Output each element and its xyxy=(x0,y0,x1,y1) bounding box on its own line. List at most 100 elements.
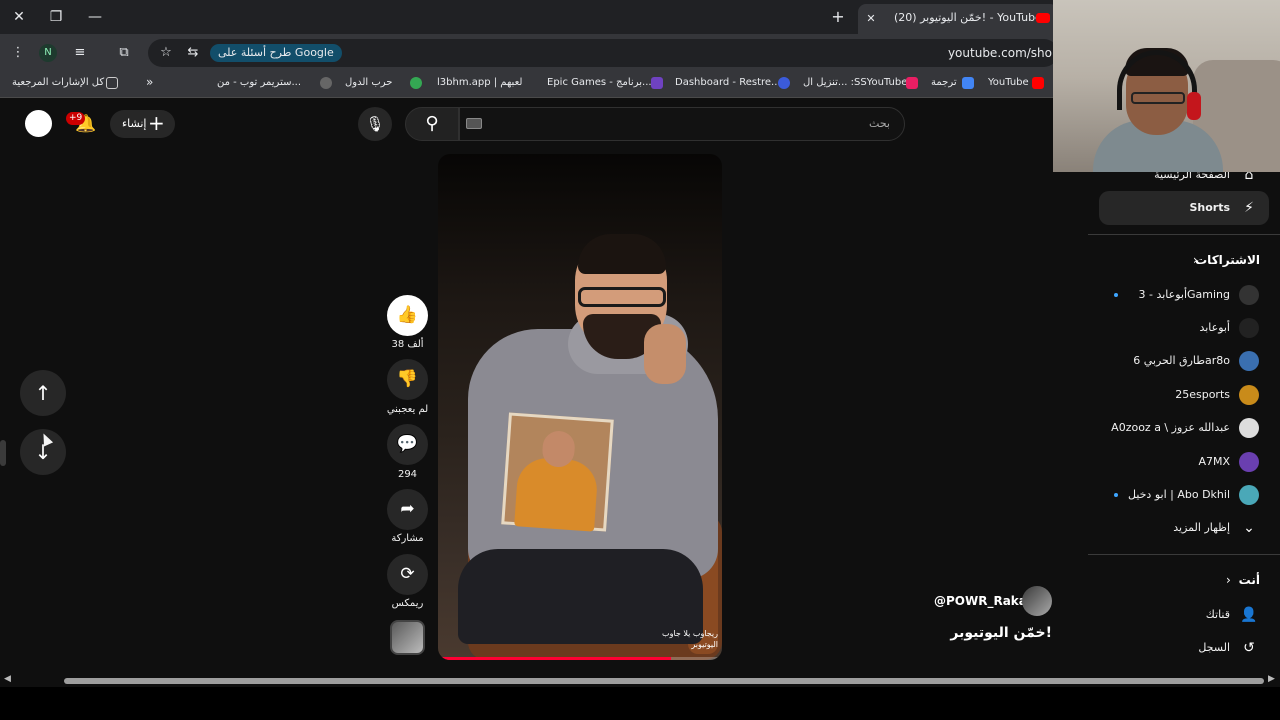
shorts-icon: ⚡ xyxy=(1244,200,1254,216)
globe-icon xyxy=(410,77,422,89)
chevron-down-icon: ⌄ xyxy=(1243,520,1255,536)
webcam-glasses xyxy=(1131,92,1185,104)
sidebar-item-your-channel[interactable]: قناتك xyxy=(1206,608,1230,621)
comments-count: 294 xyxy=(397,469,418,480)
channel-handle[interactable]: @POWR_Rakan xyxy=(934,594,1035,608)
folder-icon xyxy=(106,77,118,89)
video-progress-fill xyxy=(438,657,671,660)
screen: ✕ ❐ — + ✕ (20) خمّن اليوتيوبر! - YouTube… xyxy=(0,0,1280,720)
person-hair xyxy=(578,234,666,274)
channel-avatar xyxy=(1239,351,1259,371)
create-label: إنشاء xyxy=(122,117,147,130)
epic-games-icon xyxy=(651,77,663,89)
sound-thumbnail[interactable] xyxy=(390,620,425,655)
bookmark-item[interactable]: حرب الدول xyxy=(345,77,392,88)
channel-avatar xyxy=(1239,318,1259,338)
scroll-right-icon[interactable]: ▶ xyxy=(1268,674,1275,684)
new-content-dot xyxy=(1114,493,1118,497)
bookmarks-overflow-icon[interactable]: » xyxy=(146,75,153,89)
sidebar-item-subscription[interactable]: A7MX xyxy=(1198,455,1230,468)
video-caption-line1: ريجاوب يلا جاوب xyxy=(662,629,718,638)
bookmark-star-icon[interactable]: ☆ xyxy=(156,43,176,63)
webcam-overlay xyxy=(1053,0,1280,172)
media-queue-icon[interactable]: ≡ xyxy=(70,43,90,63)
previous-short-button[interactable]: ↑ xyxy=(20,370,66,416)
subscriptions-heading[interactable]: الاشتراكات xyxy=(1195,253,1260,267)
sidebar-divider xyxy=(1088,554,1280,555)
bookmark-item[interactable]: Epic Games - برنامج... xyxy=(547,77,652,88)
channel-avatar xyxy=(1239,285,1259,305)
show-more-button[interactable]: إظهار المزيد xyxy=(1173,521,1230,534)
you-heading[interactable]: أنت xyxy=(1239,573,1260,587)
held-photo xyxy=(501,412,614,532)
new-tab-button[interactable]: + xyxy=(828,7,848,27)
channel-avatar xyxy=(1239,485,1259,505)
url-text[interactable]: youtube.com/sho xyxy=(948,46,1052,60)
sidebar-item-subscription[interactable]: طارق الحربي 6ar8o xyxy=(1133,354,1230,367)
scroll-left-icon[interactable]: ◀ xyxy=(4,674,11,684)
sidebar-item-history[interactable]: السجل xyxy=(1198,641,1230,654)
dislike-button[interactable]: 👎 xyxy=(387,359,428,400)
sidebar-item-subscription[interactable]: أبوعابد xyxy=(1199,321,1230,334)
browser-menu-icon[interactable]: ⋮ xyxy=(8,43,28,63)
new-content-dot xyxy=(1114,293,1118,297)
keyboard-icon[interactable] xyxy=(466,118,482,129)
video-progress-bar[interactable] xyxy=(438,657,722,660)
scrollbar-thumb[interactable] xyxy=(64,678,1264,684)
video-caption-line2: اليوتيوبر xyxy=(691,640,718,649)
person-hand xyxy=(644,324,686,384)
short-title: خمّن اليوتيوبر! xyxy=(950,625,1052,641)
video-caption: ريجاوب يلا جاوب اليوتيوبر xyxy=(662,628,718,650)
person-glasses xyxy=(578,287,666,307)
google-ask-chip[interactable]: طرح أسئلة على Google xyxy=(210,44,342,62)
sidebar-item-subscription[interactable]: أبوعابد - 3Gaming xyxy=(1138,288,1230,301)
extensions-icon[interactable]: ⧉ xyxy=(114,43,134,63)
share-button[interactable]: ➦ xyxy=(387,489,428,530)
bookmark-item[interactable]: l3bhm.app | لعبهم xyxy=(437,77,522,88)
search-icon[interactable]: ⚲ xyxy=(405,107,459,141)
account-avatar[interactable] xyxy=(25,110,52,137)
all-bookmarks-link[interactable]: كل الإشارات المرجعية xyxy=(12,77,104,88)
close-window-icon[interactable]: ✕ xyxy=(8,6,30,28)
browser-tab-youtube[interactable]: ✕ (20) خمّن اليوتيوبر! - YouTube xyxy=(858,4,1058,34)
bookmark-item[interactable]: ستريمر توب - من... xyxy=(217,77,301,88)
like-button[interactable]: 👍 xyxy=(387,295,428,336)
channel-avatar[interactable] xyxy=(1022,586,1052,616)
sidebar-item-subscription[interactable]: A0zooz a \ عبدالله عزوز xyxy=(1111,421,1230,434)
cast-icon[interactable]: ⇆ xyxy=(183,43,203,63)
channel-avatar xyxy=(1239,385,1259,405)
left-edge-tab[interactable] xyxy=(0,440,6,466)
bookmark-item[interactable]: YouTube xyxy=(988,77,1029,88)
sidebar-item-subscription[interactable]: 25esports xyxy=(1175,388,1230,401)
dislike-label: لم يعجبني xyxy=(386,404,429,415)
sidebar-item-subscription[interactable]: ابو دخيل | Abo Dkhil xyxy=(1128,488,1230,501)
chevron-right-icon: › xyxy=(1193,253,1198,267)
sidebar xyxy=(1088,150,1280,675)
short-video-player[interactable]: ريجاوب يلا جاوب اليوتيوبر xyxy=(438,154,722,660)
bookmark-item[interactable]: Dashboard - Restre... xyxy=(675,77,781,88)
remix-button[interactable]: ⟳ xyxy=(387,554,428,595)
profile-avatar[interactable]: N xyxy=(39,44,57,62)
channel-avatar xyxy=(1239,418,1259,438)
tab-close-icon[interactable]: ✕ xyxy=(862,10,880,28)
sidebar-item-shorts-label: Shorts xyxy=(1189,201,1230,214)
minimize-window-icon[interactable]: — xyxy=(84,6,106,28)
notifications-badge: +9 xyxy=(66,112,86,125)
tab-title: (20) خمّن اليوتيوبر! - YouTube xyxy=(894,11,1042,24)
restore-window-icon[interactable]: ❐ xyxy=(45,6,67,28)
comments-button[interactable]: 💬 xyxy=(387,424,428,465)
history-icon: ↺ xyxy=(1243,640,1255,656)
voice-search-icon[interactable]: 🎙 xyxy=(358,107,392,141)
bottom-bar xyxy=(0,687,1280,720)
chevron-right-icon: › xyxy=(1226,573,1231,587)
search-input[interactable]: بحث xyxy=(459,107,905,141)
bookmark-item[interactable]: ترجمة xyxy=(931,77,957,88)
sidebar-divider xyxy=(1088,234,1280,235)
youtube-favicon-icon xyxy=(1036,13,1050,23)
restream-icon xyxy=(778,77,790,89)
like-count: 38 ألف xyxy=(391,339,424,350)
channel-avatar xyxy=(1239,452,1259,472)
bookmark-item[interactable]: تنزيل ال... :SSYouTube xyxy=(803,77,907,88)
globe-icon xyxy=(320,77,332,89)
headset-earcup xyxy=(1187,92,1201,120)
